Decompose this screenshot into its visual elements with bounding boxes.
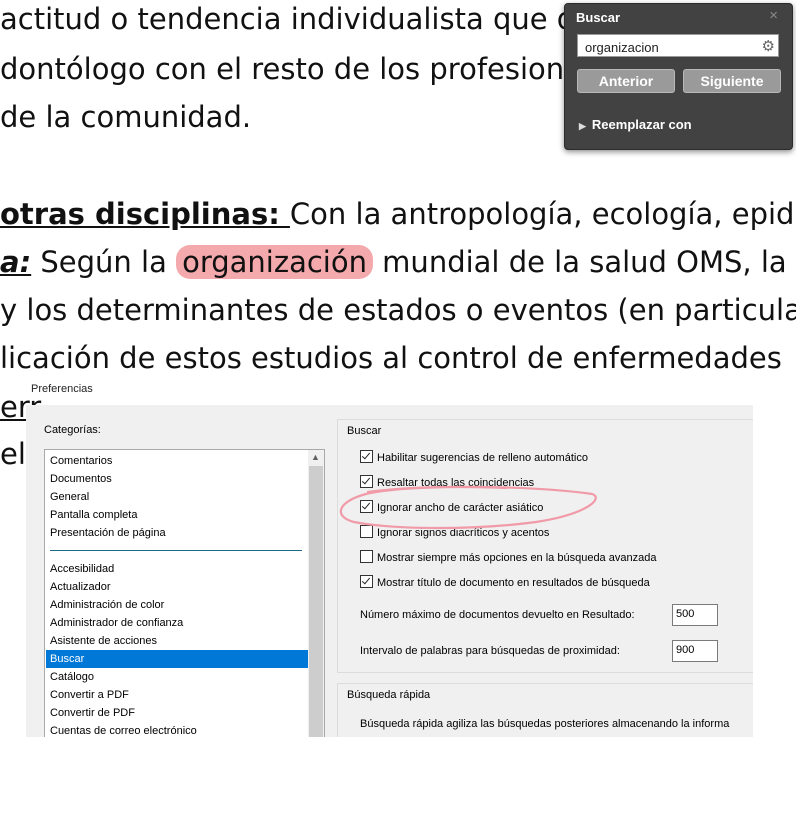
category-item[interactable]: Convertir de PDF (46, 704, 308, 722)
category-item[interactable]: Asistente de acciones (46, 632, 308, 650)
quick-search-group: Búsqueda rápida Búsqueda rápida agiliza … (337, 683, 753, 737)
option-show-doc-title[interactable]: Mostrar título de documento en resultado… (360, 575, 650, 590)
option-autofill[interactable]: Habilitar sugerencias de relleno automát… (360, 450, 588, 465)
category-item[interactable]: Administrador de confianza (46, 614, 308, 632)
preferences-dialog: Categorías: Comentarios Documentos Gener… (26, 405, 753, 737)
doc-line-2: dontólogo con el resto de los profesion (0, 52, 565, 86)
category-item[interactable]: Convertir a PDF (46, 686, 308, 704)
doc-line-7: licación de estos estudios al control de… (0, 341, 782, 375)
checkbox[interactable] (360, 500, 373, 513)
doc-line-1: actitud o tendencia individualista que d (0, 2, 576, 36)
quick-group-label: Búsqueda rápida (347, 689, 431, 701)
doc-heading-epidemiologia: a: (0, 245, 32, 279)
category-item-selected[interactable]: Buscar (46, 650, 308, 668)
search-input[interactable] (583, 36, 757, 58)
max-docs-label: Número máximo de documentos devuelto en … (360, 609, 635, 621)
option-label: Habilitar sugerencias de relleno automát… (377, 452, 588, 464)
category-item[interactable]: Comentarios (46, 452, 308, 470)
checkbox[interactable] (360, 550, 373, 563)
doc-line-4-text: Con la antropología, ecología, epide (289, 197, 796, 231)
replace-toggle[interactable]: ▶ Reemplazar con (579, 117, 692, 132)
doc-line-5-post: mundial de la salud OMS, la e (372, 245, 796, 279)
option-label: Mostrar siempre más opciones en la búsqu… (377, 552, 657, 564)
doc-line-3: de la comunidad. (0, 100, 252, 134)
category-item[interactable]: Actualizador (46, 578, 308, 596)
category-item[interactable]: Pantalla completa (46, 506, 308, 524)
doc-line-5: a: Según la organización mundial de la s… (0, 244, 796, 280)
proximity-input[interactable]: 900 (672, 640, 718, 662)
doc-line-9: el (0, 437, 26, 471)
doc-heading-disciplinas: otras disciplinas: (0, 197, 290, 231)
max-docs-input[interactable]: 500 (672, 604, 718, 626)
category-separator (50, 550, 302, 551)
search-group-label: Buscar (347, 425, 382, 437)
category-item[interactable]: General (46, 488, 308, 506)
previous-button[interactable]: Anterior (577, 69, 675, 93)
option-label: Resaltar todas las coincidencias (377, 477, 535, 489)
find-search-box: ⚙ (577, 34, 779, 58)
quick-search-description: Búsqueda rápida agiliza las búsquedas po… (360, 718, 730, 730)
category-item[interactable]: Cuentas de correo electrónico (46, 722, 308, 737)
chevron-up-icon[interactable]: ▲ (311, 452, 320, 462)
doc-line-4: otras disciplinas: Con la antropología, … (0, 196, 796, 232)
categories-scrollbar[interactable]: ▲ (308, 450, 324, 737)
next-button[interactable]: Siguiente (683, 69, 781, 93)
scrollbar-thumb[interactable] (309, 466, 323, 737)
replace-label: Reemplazar con (591, 117, 692, 132)
option-always-more-options[interactable]: Mostrar siempre más opciones en la búsqu… (360, 550, 656, 565)
triangle-right-icon: ▶ (579, 121, 586, 131)
option-label: Ignorar ancho de carácter asiático (377, 502, 544, 514)
search-hit-highlight: organización (176, 245, 373, 279)
category-item[interactable]: Administración de color (46, 596, 308, 614)
checkbox[interactable] (360, 575, 373, 588)
doc-line-5-pre: Según la (31, 245, 177, 279)
option-label: Mostrar título de documento en resultado… (377, 577, 650, 589)
category-item[interactable]: Documentos (46, 470, 308, 488)
category-item[interactable]: Catálogo (46, 668, 308, 686)
checkbox[interactable] (360, 525, 373, 538)
find-title: Buscar (576, 10, 621, 25)
preferences-window-title: Preferencias (31, 383, 93, 395)
checkbox[interactable] (360, 475, 373, 488)
find-panel: Buscar × ⚙ Anterior Siguiente ▶ Reemplaza… (564, 3, 793, 150)
option-ignore-asian-width[interactable]: Ignorar ancho de carácter asiático (360, 500, 543, 515)
category-item[interactable]: Presentación de página (46, 524, 308, 542)
checkbox[interactable] (360, 450, 373, 463)
option-label: Ignorar signos diacríticos y acentos (377, 527, 550, 539)
gear-icon[interactable]: ⚙ (762, 37, 775, 55)
option-highlight-all[interactable]: Resaltar todas las coincidencias (360, 475, 534, 490)
search-settings-group: Buscar Habilitar sugerencias de relleno … (337, 419, 753, 673)
categories-label: Categorías: (44, 424, 101, 436)
doc-line-6: y los determinantes de estados o eventos… (0, 293, 796, 327)
category-item[interactable]: Accesibilidad (46, 560, 308, 578)
categories-list[interactable]: Comentarios Documentos General Pantalla … (44, 449, 325, 737)
option-ignore-diacritics[interactable]: Ignorar signos diacríticos y acentos (360, 525, 549, 540)
proximity-label: Intervalo de palabras para búsquedas de … (360, 645, 620, 657)
close-icon[interactable]: × (769, 7, 778, 24)
